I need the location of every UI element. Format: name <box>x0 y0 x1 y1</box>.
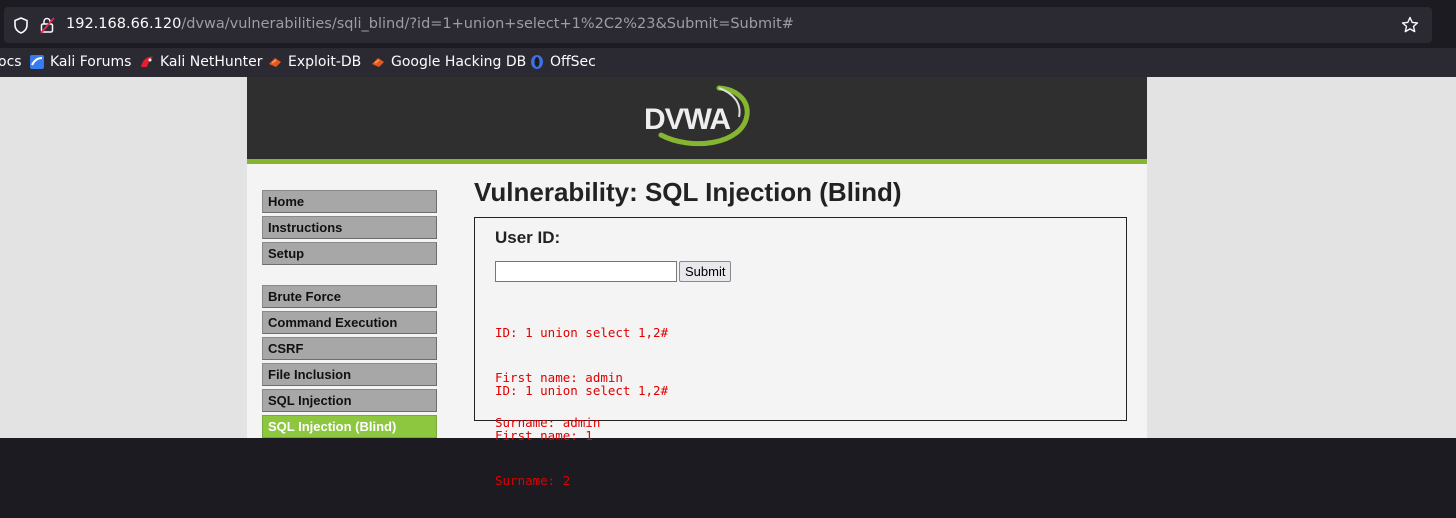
url-path: /dvwa/vulnerabilities/sqli_blind/?id=1+u… <box>181 16 794 32</box>
bookmark-label: Kali NetHunter <box>160 54 263 70</box>
menu-item-instructions[interactable]: Instructions <box>262 216 437 239</box>
exploit-db-icon <box>269 58 281 67</box>
bookmark-docs[interactable]: ocs <box>0 52 22 72</box>
menu-item-home[interactable]: Home <box>262 190 437 213</box>
lock-icon[interactable] <box>39 16 55 34</box>
dvwa-header: DVWA <box>247 77 1147 164</box>
browser-toolbar: 192.168.66.120/dvwa/vulnerabilities/sqli… <box>0 0 1456 48</box>
bookmark-label: OffSec <box>550 54 596 70</box>
page-viewport: DVWA Home Instructions Setup Brute Force… <box>0 77 1456 488</box>
bookmark-label: Google Hacking DB <box>391 54 527 70</box>
svg-text:DVWA: DVWA <box>644 103 730 136</box>
bookmark-offsec[interactable]: OffSec <box>529 52 596 72</box>
bookmark-kali-nethunter[interactable]: Kali NetHunter <box>139 52 262 72</box>
result-block: ID: 1 union select 1,2# First name: 1 Su… <box>495 353 668 518</box>
user-id-label: User ID: <box>495 228 561 247</box>
bookmark-kali-forums[interactable]: Kali Forums <box>29 52 131 72</box>
url-text[interactable]: 192.168.66.120/dvwa/vulnerabilities/sqli… <box>66 16 794 32</box>
url-host: 192.168.66.120 <box>66 16 182 32</box>
submit-button[interactable]: Submit <box>679 261 732 282</box>
kali-forums-icon <box>30 55 44 69</box>
result-id: ID: 1 union select 1,2# <box>495 383 669 398</box>
offsec-icon <box>531 55 543 69</box>
bookmark-label: Kali Forums <box>50 54 132 70</box>
menu-item-brute-force[interactable]: Brute Force <box>262 285 437 308</box>
menu-item-file-inclusion[interactable]: File Inclusion <box>262 363 437 386</box>
user-id-input[interactable] <box>495 261 677 282</box>
vulnerable-code-area: User ID: Submit ID: 1 union select 1,2# … <box>474 217 1127 488</box>
star-icon[interactable] <box>1401 16 1419 34</box>
ghdb-icon <box>372 58 384 67</box>
bookmark-label: Exploit-DB <box>288 54 362 70</box>
bookmark-google-hacking-db[interactable]: Google Hacking DB <box>370 52 526 72</box>
result-surname: Surname: 2 <box>495 473 571 488</box>
shield-icon[interactable] <box>13 17 29 34</box>
dvwa-container: DVWA Home Instructions Setup Brute Force… <box>247 77 1147 488</box>
dvwa-logo: DVWA <box>644 85 750 147</box>
page-title: Vulnerability: SQL Injection (Blind) <box>474 177 902 207</box>
result-first-name: First name: 1 <box>495 428 593 443</box>
menu-item-sql-injection[interactable]: SQL Injection <box>262 389 437 412</box>
menu-item-csrf[interactable]: CSRF <box>262 337 437 360</box>
kali-nethunter-icon <box>141 56 153 67</box>
result-id: ID: 1 union select 1,2# <box>495 325 669 340</box>
menu-item-sql-injection-blind[interactable]: SQL Injection (Blind) <box>262 415 437 438</box>
address-bar[interactable]: 192.168.66.120/dvwa/vulnerabilities/sqli… <box>4 7 1432 43</box>
bookmarks-bar: ocs Kali Forums Kali NetHunter Exploit-D… <box>0 48 1456 77</box>
menu-item-command-execution[interactable]: Command Execution <box>262 311 437 334</box>
menu-item-setup[interactable]: Setup <box>262 242 437 265</box>
bookmark-label: ocs <box>0 54 22 70</box>
bookmark-exploit-db[interactable]: Exploit-DB <box>267 52 361 72</box>
